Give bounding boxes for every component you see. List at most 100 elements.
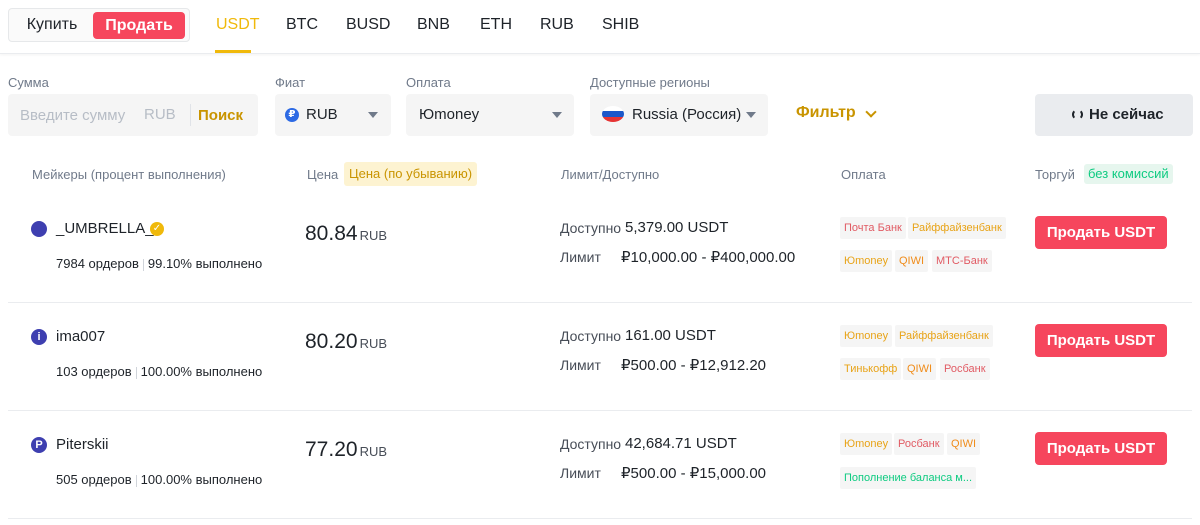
payment-tag: Юmoney — [840, 250, 893, 272]
payment-tag: Юmoney — [840, 325, 893, 347]
sell-usdt-button[interactable]: Продать USDT — [1035, 324, 1167, 357]
asset-tab-usdt[interactable]: USDT — [216, 16, 260, 34]
order-count: 7984 ордеров — [56, 256, 139, 271]
column-payment: Оплата — [841, 167, 886, 182]
payment-select[interactable]: Юmoney — [406, 94, 574, 136]
limit-value: ₽10,000.00 - ₽400,000.00 — [621, 249, 796, 266]
available-label: Доступно — [560, 328, 622, 344]
buy-tab[interactable]: Купить — [9, 9, 95, 41]
asset-tab-rub[interactable]: RUB — [540, 16, 574, 34]
payment-value: Юmoney — [419, 106, 480, 123]
available-value: 5,379.00 USDT — [625, 219, 729, 236]
avatar: P — [31, 437, 47, 453]
refresh-icon — [1072, 109, 1083, 120]
available-label: Доступно — [560, 220, 622, 236]
asset-tab-btc[interactable]: BTC — [286, 16, 318, 34]
region-value: Russia (Россия) — [632, 106, 742, 123]
order-count: 505 ордеров — [56, 472, 132, 487]
completion-rate: 99.10% выполнено — [147, 256, 263, 271]
column-limit: Лимит/Доступно — [561, 167, 660, 182]
refresh-label: Не сейчас — [1089, 106, 1164, 123]
price-value: 80.84 — [305, 222, 358, 245]
limit-value: ₽500.00 - ₽15,000.00 — [621, 465, 767, 482]
merchant-name[interactable]: _UMBRELLA_ — [56, 220, 154, 237]
available-value: 42,684.71 USDT — [625, 435, 737, 452]
asset-tab-shib[interactable]: SHIB — [602, 16, 639, 34]
merchant-name[interactable]: ima007 — [56, 328, 105, 345]
column-makers: Мейкеры (процент выполнения) — [32, 167, 226, 182]
payment-tag: Росбанк — [894, 433, 944, 455]
order-count: 103 ордеров — [56, 364, 132, 379]
limit-label: Лимит — [560, 357, 601, 373]
payment-tag: Почта Банк — [840, 217, 906, 239]
price-unit: RUB — [359, 444, 388, 459]
fiat-label: Фиат — [275, 75, 306, 90]
search-button[interactable]: Поиск — [198, 107, 243, 124]
amount-currency: RUB — [144, 106, 176, 123]
payment-tag: QIWI — [895, 250, 929, 272]
limit-label: Лимит — [560, 249, 601, 265]
chevron-down-icon[interactable] — [865, 106, 877, 118]
price-value: 80.20 — [305, 330, 358, 353]
price-unit: RUB — [359, 228, 388, 243]
region-label: Доступные регионы — [590, 75, 710, 90]
column-trade: Торгуй — [1035, 167, 1075, 182]
row-divider — [8, 518, 1192, 519]
payment-tag: Пополнение баланса м... — [840, 467, 977, 489]
merchant-stats: 7984 ордеров 99.10% выполнено — [56, 256, 262, 271]
merchant-name[interactable]: Piterskii — [56, 436, 109, 453]
amount-divider — [190, 104, 191, 126]
table-row: i ima007 103 ордеров 100.00% выполнено 80… — [0, 303, 1200, 411]
payment-tag: QIWI — [947, 433, 981, 455]
payment-tag: Росбанк — [940, 358, 990, 380]
payment-tag: Тинькофф — [840, 358, 902, 380]
limit-label: Лимит — [560, 465, 601, 481]
table-row: P Piterskii 505 ордеров 100.00% выполнено… — [0, 411, 1200, 519]
trade-side-toggle: Купить Продать — [8, 8, 190, 42]
payment-tag: Райффайзенбанк — [908, 217, 1006, 239]
amount-field: RUB Поиск — [8, 94, 258, 136]
merchant-stats: 505 ордеров 100.00% выполнено — [56, 472, 262, 487]
filter-button[interactable]: Фильтр — [796, 104, 856, 122]
russia-flag-icon — [602, 106, 624, 122]
asset-tab-busd[interactable]: BUSD — [346, 16, 390, 34]
sell-tab[interactable]: Продать — [93, 12, 185, 39]
sell-usdt-button[interactable]: Продать USDT — [1035, 432, 1167, 465]
fiat-select[interactable]: ₽ RUB — [275, 94, 391, 136]
amount-label: Сумма — [8, 75, 49, 90]
payment-label: Оплата — [406, 75, 451, 90]
price-value: 77.20 — [305, 438, 358, 461]
asset-tab-eth[interactable]: ETH — [480, 16, 512, 34]
payment-tag: Райффайзенбанк — [895, 325, 993, 347]
completion-rate: 100.00% выполнено — [140, 364, 263, 379]
price-unit: RUB — [359, 336, 388, 351]
active-tab-underline — [215, 50, 251, 53]
ruble-coin-icon: ₽ — [285, 108, 299, 122]
no-fee-badge: без комиссий — [1084, 164, 1173, 184]
region-select[interactable]: Russia (Россия) — [590, 94, 768, 136]
completion-rate: 100.00% выполнено — [140, 472, 263, 487]
caret-down-icon — [552, 112, 562, 118]
caret-down-icon — [746, 112, 756, 118]
table-row: _UMBRELLA_ ✓ 7984 ордеров 99.10% выполнен… — [0, 195, 1200, 303]
merchant-stats: 103 ордеров 100.00% выполнено — [56, 364, 262, 379]
avatar: i — [31, 329, 47, 345]
refresh-button[interactable]: Не сейчас — [1035, 94, 1193, 136]
price-sort-badge[interactable]: Цена (по убыванию) — [344, 162, 478, 186]
top-bar: Купить Продать USDT BTC BUSD BNB ETH RUB… — [0, 0, 1200, 54]
sell-usdt-button[interactable]: Продать USDT — [1035, 216, 1167, 249]
fiat-value: RUB — [306, 106, 338, 123]
payment-tag: МТС-Банк — [932, 250, 992, 272]
asset-tab-bnb[interactable]: BNB — [417, 16, 450, 34]
price: 80.20 RUB — [305, 330, 387, 354]
avatar — [31, 221, 47, 237]
amount-input[interactable] — [20, 94, 130, 136]
limit-value: ₽500.00 - ₽12,912.20 — [621, 357, 767, 374]
column-price: Цена — [307, 167, 339, 182]
price: 77.20 RUB — [305, 438, 387, 462]
available-value: 161.00 USDT — [625, 327, 716, 344]
verified-badge-icon: ✓ — [150, 222, 164, 236]
price: 80.84 RUB — [305, 222, 387, 246]
available-label: Доступно — [560, 436, 622, 452]
payment-tag: Юmoney — [840, 433, 893, 455]
